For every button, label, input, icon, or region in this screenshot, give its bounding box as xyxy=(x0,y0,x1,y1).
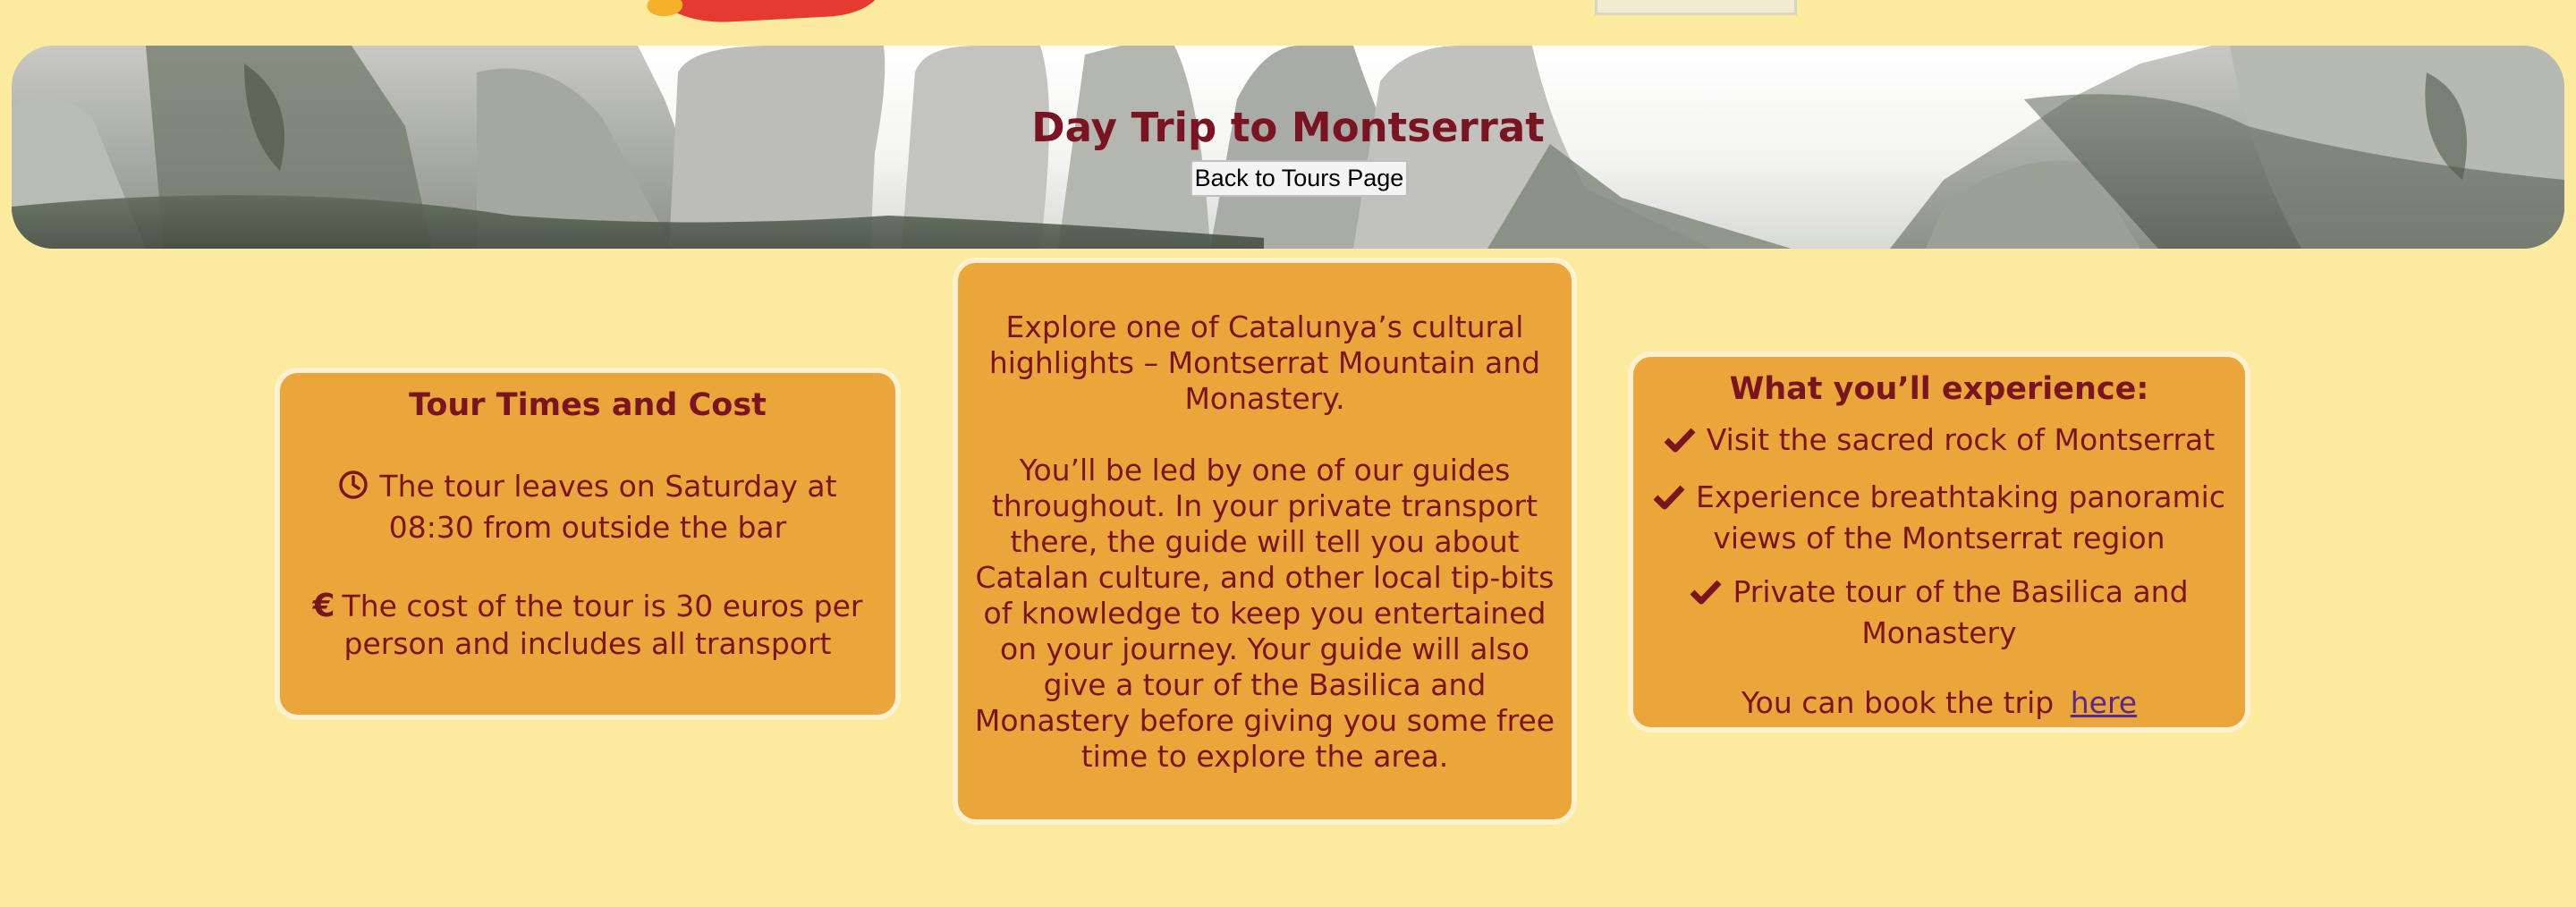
experience-card: What you’ll experience: Visit the sacred… xyxy=(1628,352,2250,733)
booking-text: You can book the trip xyxy=(1741,685,2055,720)
hero-banner: Day Trip to Montserrat Back to Tours Pag… xyxy=(12,46,2564,249)
clock-icon xyxy=(338,470,369,509)
cost-text: The cost of the tour is 30 euros per per… xyxy=(342,589,863,661)
cost-info: € The cost of the tour is 30 euros per pe… xyxy=(300,588,876,663)
experience-item: Experience breathtaking panoramic views … xyxy=(1651,479,2227,557)
booking-line: You can book the trip here xyxy=(1651,684,2227,722)
experience-item-text: Private tour of the Basilica and Monaste… xyxy=(1733,574,2189,650)
experience-item: Visit the sacred rock of Montserrat xyxy=(1651,421,2227,462)
departure-info: The tour leaves on Saturday at 08:30 fro… xyxy=(300,468,876,547)
check-icon xyxy=(1690,577,1722,615)
description-details: You’ll be led by one of our guides throu… xyxy=(974,453,1555,774)
experience-item: Private tour of the Basilica and Monaste… xyxy=(1651,573,2227,652)
tour-times-heading: Tour Times and Cost xyxy=(409,387,767,423)
euro-icon: € xyxy=(312,588,335,624)
booking-link[interactable]: here xyxy=(2071,685,2137,720)
description-intro: Explore one of Catalunya’s cultural high… xyxy=(988,309,1541,416)
departure-text: The tour leaves on Saturday at 08:30 fro… xyxy=(379,469,837,545)
page-title: Day Trip to Montserrat xyxy=(1031,104,1545,151)
tour-times-card: Tour Times and Cost The tour leaves on S… xyxy=(275,368,901,720)
check-icon xyxy=(1664,425,1696,462)
experience-heading: What you’ll experience: xyxy=(1729,371,2149,407)
experience-item-text: Visit the sacred rock of Montserrat xyxy=(1706,422,2216,457)
top-nav-field[interactable] xyxy=(1595,0,1797,15)
back-to-tours-button[interactable]: Back to Tours Page xyxy=(1191,160,1408,197)
check-icon xyxy=(1653,482,1685,520)
tour-description-card: Explore one of Catalunya’s cultural high… xyxy=(953,258,1577,825)
experience-item-text: Experience breathtaking panoramic views … xyxy=(1695,479,2225,555)
experience-list: Visit the sacred rock of Montserrat Expe… xyxy=(1651,421,2227,652)
site-logo[interactable] xyxy=(656,0,883,26)
